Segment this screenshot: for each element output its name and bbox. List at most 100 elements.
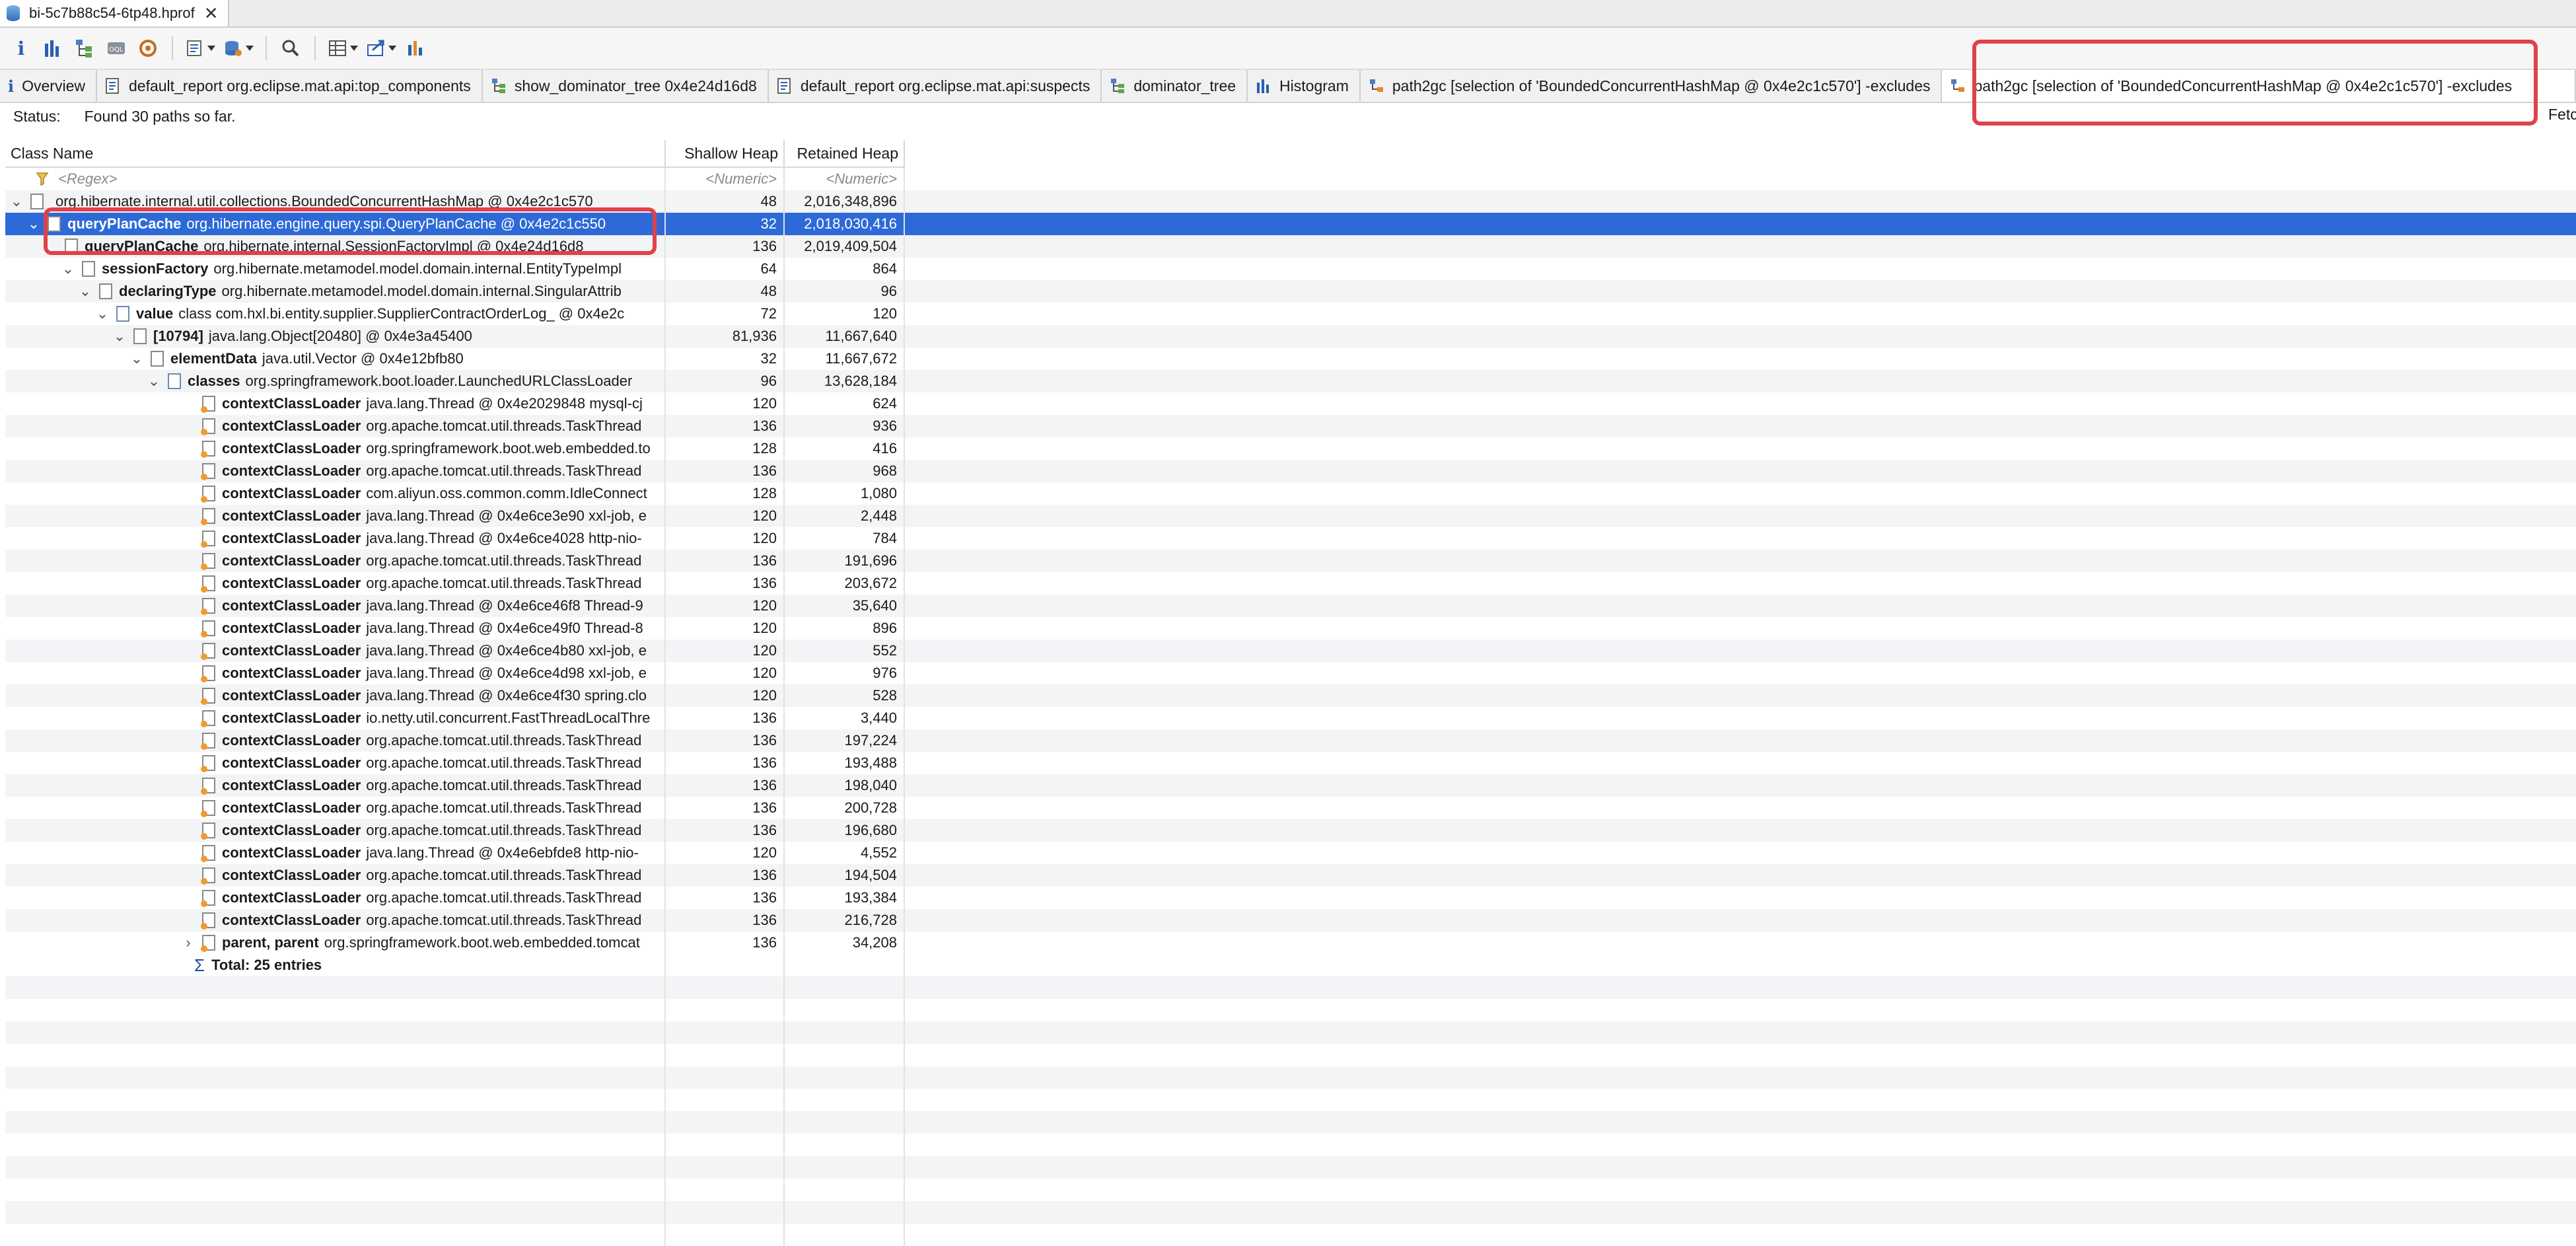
table-row[interactable]: contextClassLoader java.lang.Thread @ 0x4… xyxy=(5,617,2576,640)
sum-icon: Σ xyxy=(194,955,205,975)
tab-overview[interactable]: i Overview xyxy=(0,70,97,102)
thread-object-icon xyxy=(201,418,215,435)
table-row[interactable]: contextClassLoader org.apache.tomcat.util… xyxy=(5,774,2576,797)
tab-label: default_report org.eclipse.mat.api:suspe… xyxy=(800,77,1091,94)
shallow-heap-cell: 136 xyxy=(666,909,785,932)
column-class-name[interactable]: Class Name xyxy=(5,140,666,166)
table-row[interactable]: contextClassLoader java.lang.Thread @ 0x4… xyxy=(5,527,2576,550)
regex-filter-input[interactable]: <Regex> xyxy=(58,170,117,188)
table-row[interactable]: contextClassLoader java.lang.Thread @ 0x4… xyxy=(5,595,2576,617)
shallow-heap-cell: 81,936 xyxy=(666,325,785,348)
svg-text:OQL: OQL xyxy=(109,46,124,54)
shallow-heap-cell: 128 xyxy=(666,482,785,505)
close-icon[interactable]: ✕ xyxy=(204,3,219,24)
collapse-icon[interactable]: ⌄ xyxy=(112,328,127,345)
collapse-icon[interactable]: ⌄ xyxy=(61,260,75,277)
grouping-button[interactable] xyxy=(328,35,358,61)
table-row[interactable]: ⌄ elementData java.util.Vector @ 0x4e12bfb… xyxy=(5,348,2576,370)
export-button[interactable] xyxy=(366,35,396,61)
tab-dominator-tree[interactable]: dominator_tree xyxy=(1102,70,1248,102)
field-name: contextClassLoader xyxy=(222,754,361,771)
table-row[interactable]: ⌄ sessionFactory org.hibernate.metamodel.m… xyxy=(5,258,2576,280)
compare-button[interactable] xyxy=(404,35,428,61)
table-row[interactable]: contextClassLoader java.lang.Thread @ 0x4… xyxy=(5,505,2576,527)
dominator-tree-button[interactable] xyxy=(73,35,96,61)
fetch-button[interactable]: Fetc xyxy=(2548,106,2576,124)
table-row[interactable]: contextClassLoader java.lang.Thread @ 0x4… xyxy=(5,662,2576,684)
tab-histogram[interactable]: Histogram xyxy=(1248,70,1361,102)
table-row[interactable]: contextClassLoader io.netty.util.concurre… xyxy=(5,707,2576,729)
table-row[interactable]: ⌄ classes org.springframework.boot.loader.… xyxy=(5,370,2576,392)
retained-heap-cell: 200,728 xyxy=(785,797,905,819)
table-row[interactable]: contextClassLoader org.apache.tomcat.util… xyxy=(5,729,2576,752)
table-row[interactable]: contextClassLoader java.lang.Thread @ 0x4… xyxy=(5,684,2576,707)
class-name: java.lang.Thread @ 0x4e6ebfde8 http-nio- xyxy=(366,844,639,861)
file-tab[interactable]: bi-5c7b88c54-6tp48.hprof ✕ xyxy=(0,0,229,26)
retained-heap-cell: 96 xyxy=(785,280,905,303)
table-row[interactable]: contextClassLoader org.apache.tomcat.util… xyxy=(5,797,2576,819)
shallow-heap-cell: 120 xyxy=(666,527,785,550)
column-retained-heap[interactable]: Retained Heap xyxy=(785,140,905,166)
class-name: java.lang.Thread @ 0x4e2029848 mysql-cj xyxy=(366,395,643,412)
collapse-icon[interactable]: ⌄ xyxy=(95,305,110,322)
grouping-icon xyxy=(329,40,346,56)
collapse-icon[interactable]: ⌄ xyxy=(9,193,24,210)
search-button[interactable] xyxy=(279,35,303,61)
field-name: contextClassLoader xyxy=(222,844,361,861)
collapse-icon[interactable]: ⌄ xyxy=(129,350,144,367)
retained-heap-cell: 3,440 xyxy=(785,707,905,729)
tab-suspects[interactable]: default_report org.eclipse.mat.api:suspe… xyxy=(768,70,1102,102)
class-name: org.apache.tomcat.util.threads.TaskThrea… xyxy=(366,754,642,771)
histogram-button[interactable] xyxy=(41,35,65,61)
table-row[interactable]: contextClassLoader java.lang.Thread @ 0x4… xyxy=(5,640,2576,662)
table-row[interactable]: contextClassLoader org.apache.tomcat.util… xyxy=(5,415,2576,437)
thread-overview-button[interactable] xyxy=(136,35,160,61)
table-row[interactable]: contextClassLoader java.lang.Thread @ 0x4… xyxy=(5,392,2576,415)
table-row[interactable]: contextClassLoader org.apache.tomcat.util… xyxy=(5,909,2576,932)
column-shallow-heap[interactable]: Shallow Heap xyxy=(666,140,785,166)
oql-icon: OQL xyxy=(108,42,125,54)
tab-top-components[interactable]: default_report org.eclipse.mat.api:top_c… xyxy=(96,70,483,102)
table-row[interactable]: contextClassLoader org.apache.tomcat.util… xyxy=(5,460,2576,482)
table-row[interactable]: contextClassLoader org.apache.tomcat.util… xyxy=(5,864,2576,887)
table-row[interactable]: ⌄ declaringType org.hibernate.metamodel.mo… xyxy=(5,280,2576,303)
tab-show-dominator-tree[interactable]: show_dominator_tree 0x4e24d16d8 xyxy=(482,70,769,102)
class-name: java.lang.Thread @ 0x4e6ce3e90 xxl-job, … xyxy=(366,507,647,524)
oql-button[interactable]: OQL xyxy=(104,35,128,61)
table-row[interactable]: › parent, parent org.springframework.boot.… xyxy=(5,932,2576,954)
tab-path2gc-1[interactable]: path2gc [selection of 'BoundedConcurrent… xyxy=(1360,70,1943,102)
retained-heap-cell: 1,080 xyxy=(785,482,905,505)
field-name: contextClassLoader xyxy=(222,777,361,793)
table-row[interactable]: contextClassLoader com.aliyun.oss.common.… xyxy=(5,482,2576,505)
run-report-button[interactable] xyxy=(185,35,215,61)
overview-button[interactable]: i xyxy=(9,35,33,61)
thread-object-icon xyxy=(201,867,215,885)
collapse-icon[interactable]: ⌄ xyxy=(26,215,41,233)
shallow-filter-input[interactable]: <Numeric> xyxy=(666,168,785,190)
query-browser-button[interactable] xyxy=(223,35,254,61)
table-row[interactable]: contextClassLoader org.apache.tomcat.util… xyxy=(5,550,2576,572)
table-row[interactable]: contextClassLoader org.springframework.bo… xyxy=(5,437,2576,460)
retained-filter-input[interactable]: <Numeric> xyxy=(785,168,905,190)
shallow-heap-cell: 120 xyxy=(666,392,785,415)
table-row[interactable]: ⌄ value class com.hxl.bi.entity.supplier.S… xyxy=(5,303,2576,325)
expand-icon[interactable]: › xyxy=(181,934,196,951)
table-row[interactable]: ⌄ [10794] java.lang.Object[20480] @ 0x4e3a… xyxy=(5,325,2576,348)
thread-object-icon xyxy=(201,508,215,525)
table-row[interactable]: contextClassLoader org.apache.tomcat.util… xyxy=(5,752,2576,774)
compare-icon xyxy=(408,41,422,55)
thread-object-icon xyxy=(201,733,215,750)
run-report-icon xyxy=(187,40,201,56)
field-name: contextClassLoader xyxy=(222,889,361,906)
class-name: java.lang.Thread @ 0x4e6ce49f0 Thread-8 xyxy=(366,620,643,636)
tab-label: show_dominator_tree 0x4e24d16d8 xyxy=(514,77,757,94)
info-icon: i xyxy=(8,76,15,96)
collapse-icon[interactable]: ⌄ xyxy=(78,283,92,300)
table-row[interactable]: contextClassLoader org.apache.tomcat.util… xyxy=(5,819,2576,842)
class-name: java.lang.Thread @ 0x4e6ce4d98 xxl-job, … xyxy=(366,665,647,681)
table-row[interactable]: contextClassLoader org.apache.tomcat.util… xyxy=(5,887,2576,909)
empty-row xyxy=(5,1111,2576,1134)
table-row[interactable]: contextClassLoader org.apache.tomcat.util… xyxy=(5,572,2576,595)
table-row[interactable]: contextClassLoader java.lang.Thread @ 0x4… xyxy=(5,842,2576,864)
collapse-icon[interactable]: ⌄ xyxy=(147,373,161,390)
